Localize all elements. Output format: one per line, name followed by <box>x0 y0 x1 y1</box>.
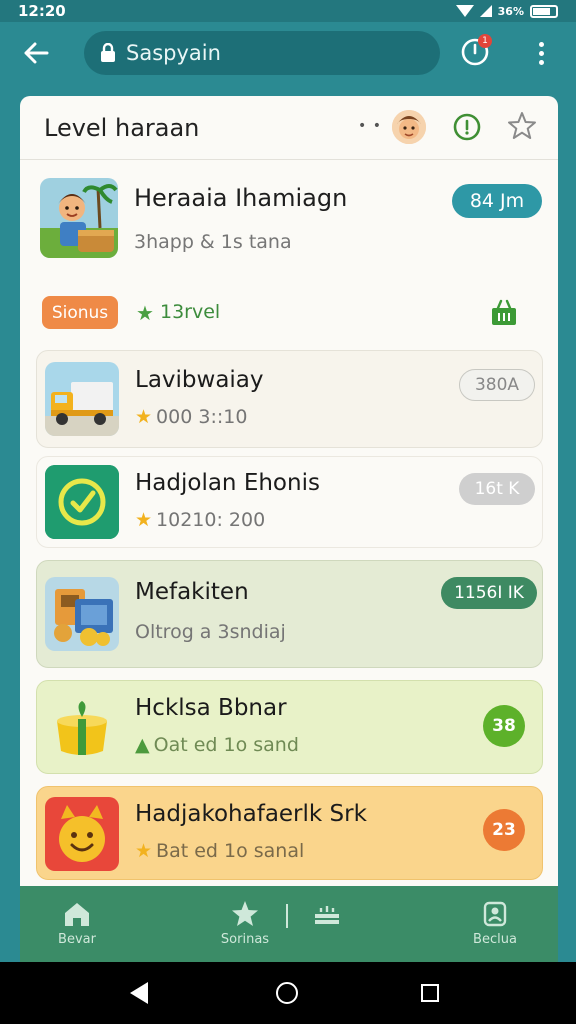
item-subtitle-text: Bat ed 1o sanal <box>156 840 305 862</box>
featured-badge[interactable]: 84 Jm <box>452 184 542 218</box>
item-thumbnail <box>45 362 119 436</box>
nav-item-profile[interactable]: Beclua <box>450 900 540 947</box>
card-header: Level haraan • • <box>20 96 558 160</box>
wifi-icon <box>455 5 474 17</box>
menu-dot-icon <box>538 59 544 65</box>
nav-label: Bevar <box>58 932 96 947</box>
item-badge[interactable]: 23 <box>483 809 525 851</box>
item-title: Lavibwaiay <box>135 367 264 393</box>
star-icon <box>232 901 258 926</box>
item-subtitle-text: 10210: 200 <box>156 509 266 531</box>
item-title: Hadjolan Ehonis <box>135 470 320 496</box>
item-badge[interactable]: 16t K <box>459 473 535 505</box>
shop-button[interactable] <box>488 297 520 329</box>
gift-box-icon <box>45 691 119 765</box>
item-title: Hcklsa Bbnar <box>135 695 287 721</box>
smiley-cat-icon <box>45 797 119 871</box>
nav-item-star[interactable]: Sorinas <box>200 900 290 947</box>
item-subtitle-text: 000 3::10 <box>156 406 248 428</box>
star-icon: ★ <box>135 840 153 862</box>
system-home-icon[interactable] <box>276 982 298 1004</box>
list-item[interactable]: Hadjakohafaerlk Srk ★ Bat ed 1o sanal 23 <box>36 786 543 880</box>
item-title: Mefakiten <box>135 579 249 605</box>
bottom-navigation: Bevar Sorinas Beclua <box>20 886 558 962</box>
bonus-tag[interactable]: Sionus <box>42 296 118 329</box>
treasure-icon <box>45 577 119 651</box>
item-subtitle: ★ Bat ed 1o sanal <box>135 840 304 862</box>
item-subtitle: ★ 10210: 200 <box>135 509 265 531</box>
address-bar[interactable]: Saspyain <box>84 31 440 75</box>
home-icon <box>65 903 89 926</box>
list-item[interactable]: Hadjolan Ehonis ★ 10210: 200 16t K <box>36 456 543 548</box>
page-title: Level haraan <box>44 114 200 142</box>
star-icon: ★ <box>135 509 153 531</box>
nav-label: Sorinas <box>220 932 270 947</box>
status-time: 12:20 <box>18 2 66 20</box>
nav-label: Beclua <box>473 932 517 947</box>
system-back-icon[interactable] <box>130 982 148 1004</box>
level-label: 13rvel <box>160 301 221 323</box>
battery-percent: 36% <box>497 4 524 18</box>
list-item[interactable]: Lavibwaiay ★ 000 3::10 380A <box>36 350 543 448</box>
shopping-basket-icon <box>492 299 516 325</box>
item-badge[interactable]: 1156I IK <box>441 577 537 609</box>
nav-item-home[interactable]: Bevar <box>32 900 122 947</box>
list-item[interactable]: Hcklsa Bbnar ▲ Oat ed 1o sand 38 <box>36 680 543 774</box>
list-item[interactable]: Mefakiten Oltrog a 3sndiaj 1156I IK <box>36 560 543 668</box>
profile-icon <box>483 901 507 927</box>
item-subtitle-text: Oat ed 1o sand <box>153 734 299 756</box>
star-icon: ★ <box>135 406 153 428</box>
info-icon <box>453 113 481 141</box>
battery-icon <box>530 4 558 18</box>
item-badge[interactable]: 38 <box>483 705 525 747</box>
truck-icon <box>45 362 119 436</box>
item-subtitle: Oltrog a 3sndiaj <box>135 621 286 643</box>
back-button[interactable] <box>18 35 54 71</box>
signal-icon <box>479 5 492 17</box>
overflow-menu-button[interactable] <box>530 36 552 70</box>
system-recents-icon[interactable] <box>421 984 439 1002</box>
item-thumbnail <box>45 465 119 539</box>
item-thumbnail <box>45 691 119 765</box>
address-text: Saspyain <box>126 41 221 65</box>
item-thumbnail <box>45 577 119 651</box>
system-navigation-bar <box>0 962 576 1024</box>
lock-icon <box>101 43 115 62</box>
info-button[interactable] <box>452 112 482 142</box>
nav-item-inbox[interactable] <box>282 900 372 932</box>
back-arrow-icon <box>24 42 49 64</box>
menu-dot-icon <box>538 41 544 47</box>
menu-dot-icon <box>538 50 544 56</box>
item-thumbnail <box>45 797 119 871</box>
item-subtitle: ★ 000 3::10 <box>135 406 247 428</box>
favorite-button[interactable] <box>506 110 538 142</box>
target-check-icon <box>45 465 119 539</box>
avatar-face-icon <box>392 110 426 144</box>
star-icon: ★ <box>136 301 154 325</box>
featured-subtitle: 3happ & 1s tana <box>134 231 292 253</box>
app-bar: Saspyain 1 <box>0 22 576 84</box>
main-card: Level haraan • • Heraaia Ihamiagn 3happ … <box>20 96 558 962</box>
status-bar: 12:20 36% <box>0 0 576 22</box>
star-outline-icon <box>508 112 536 139</box>
triangle-icon: ▲ <box>135 734 150 756</box>
item-title: Hadjakohafaerlk Srk <box>135 801 367 827</box>
status-icons: 36% <box>455 4 558 18</box>
header-dots: • • <box>358 118 382 134</box>
item-badge[interactable]: 380A <box>459 369 535 401</box>
featured-title[interactable]: Heraaia Ihamiagn <box>134 184 347 212</box>
avatar[interactable] <box>392 110 426 144</box>
tray-icon <box>315 906 339 924</box>
character-illustration-icon <box>40 178 118 258</box>
item-subtitle: ▲ Oat ed 1o sand <box>135 734 299 756</box>
featured-thumbnail[interactable] <box>40 178 118 258</box>
notification-badge: 1 <box>478 34 492 48</box>
